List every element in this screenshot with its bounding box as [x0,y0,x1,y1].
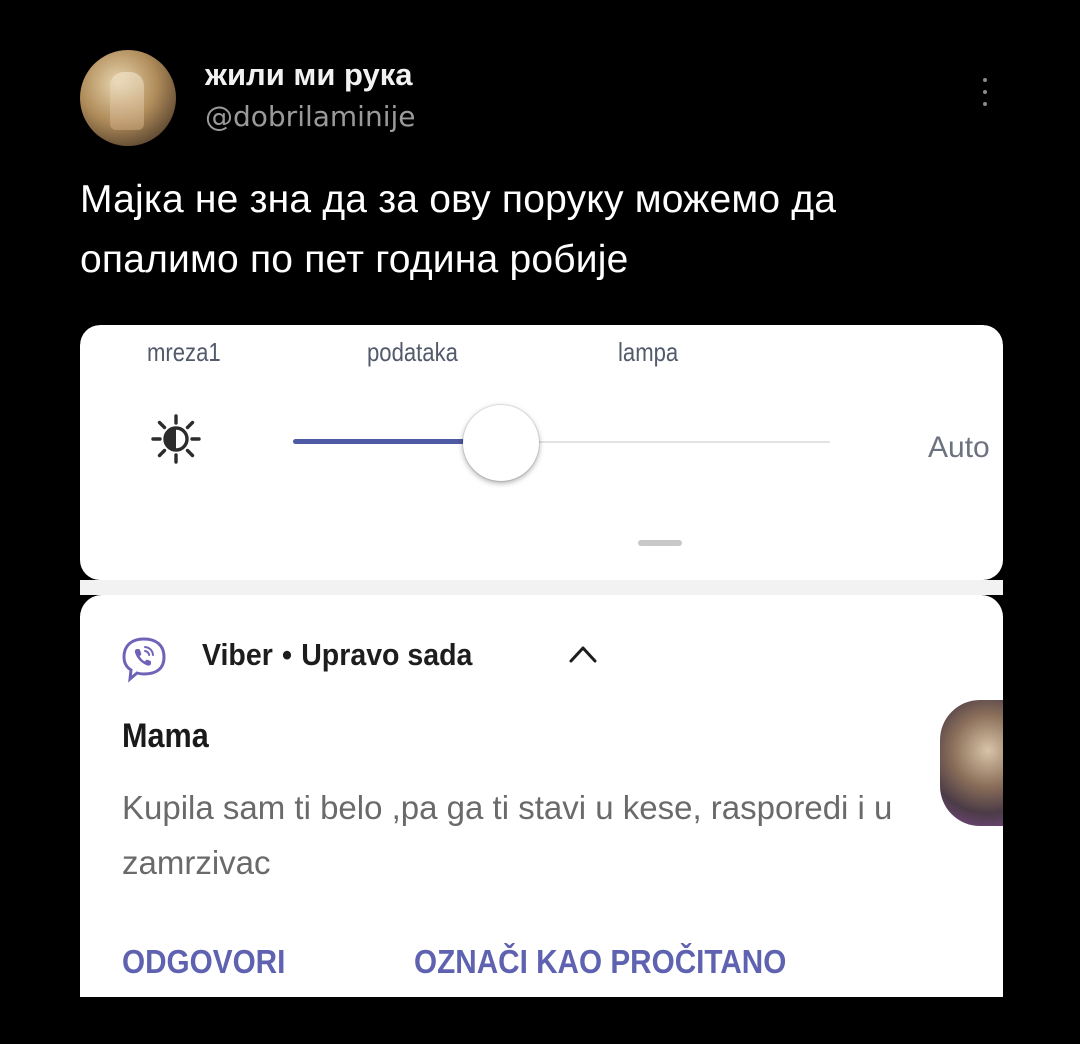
notification-time: Upravo sada [301,637,473,672]
tweet-text: Мајка не зна да за ову поруку можемо да … [80,178,837,281]
sender-name: Mama [122,717,209,755]
app-name: Viber [202,637,273,672]
brightness-slider-thumb[interactable] [463,405,540,481]
notification-header: Viber • Upravo sada [202,637,472,673]
separator-dot: • [282,637,293,672]
display-name[interactable]: жили ми рука [205,57,413,93]
tile-label-mreza[interactable]: mreza1 [147,337,221,368]
brightness-icon [151,414,201,464]
brightness-slider-fill [293,439,487,444]
tile-label-podataka[interactable]: podataka [367,337,458,368]
sender-avatar [940,700,1003,826]
viber-notification[interactable]: Viber • Upravo sada Mama Kupila sam ti bel… [80,595,1003,997]
auto-brightness-label[interactable]: Auto [928,431,990,465]
reply-button[interactable]: ODGOVORI [122,943,285,981]
avatar[interactable] [80,50,176,146]
mark-as-read-button[interactable]: OZNAČI KAO PROČITANO [414,943,786,981]
tile-label-lampa[interactable]: lampa [618,337,678,368]
drag-handle[interactable] [638,540,682,546]
embedded-screenshot: mreza1 podataka lampa Auto Viber • Upravo [80,325,1003,997]
viber-icon [122,637,166,683]
chevron-up-icon[interactable] [568,641,598,665]
user-handle[interactable]: @dobrilaminije [205,100,416,133]
more-options-icon[interactable] [970,74,1000,110]
background-peek [80,580,1003,595]
quick-settings-panel: mreza1 podataka lampa Auto [80,325,1003,580]
message-text: Kupila sam ti belo ,pa ga ti stavi u kes… [122,789,893,881]
